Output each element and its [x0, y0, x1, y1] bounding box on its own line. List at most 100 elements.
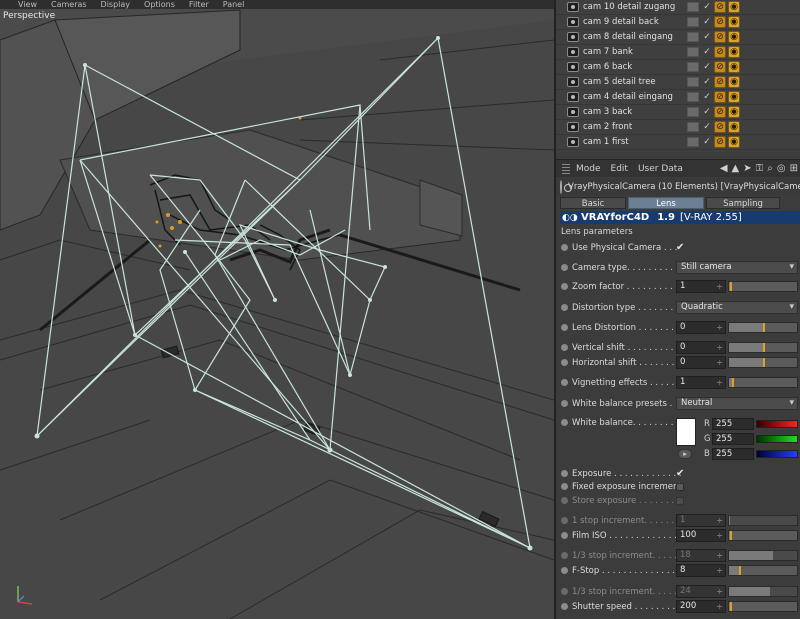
list-item[interactable]: cam 8 detail eingang ✓ ⊘ ◉ [556, 30, 800, 45]
list-item-name[interactable]: cam 1 first [583, 137, 683, 147]
list-item[interactable]: cam 5 detail tree ✓ ⊘ ◉ [556, 75, 800, 90]
render-tag-icon[interactable]: ⊘ [714, 16, 726, 28]
menu-mode[interactable]: Mode [576, 164, 601, 174]
vray-tag-icon[interactable]: ◉ [728, 16, 740, 28]
lens-distortion-input[interactable]: 0 [676, 321, 726, 334]
list-item-name[interactable]: cam 10 detail zugang [583, 2, 683, 12]
enabled-check-icon[interactable]: ✓ [702, 62, 712, 72]
add-icon[interactable]: ⊞ [790, 163, 798, 174]
exposure-checkbox[interactable]: ✔ [676, 468, 686, 479]
list-item[interactable]: cam 3 back ✓ ⊘ ◉ [556, 105, 800, 120]
menu-options[interactable]: Options [144, 0, 175, 9]
shutter-speed-input[interactable]: 200 [676, 600, 726, 613]
target-icon[interactable]: ◎ [777, 163, 786, 174]
render-tag-icon[interactable]: ⊘ [714, 136, 726, 148]
vray-tag-icon[interactable]: ◉ [728, 106, 740, 118]
zoom-factor-input[interactable]: 1 [676, 280, 726, 293]
vray-tag-icon[interactable]: ◉ [728, 76, 740, 88]
animate-dot-icon[interactable] [561, 264, 568, 271]
menu-display[interactable]: Display [101, 0, 131, 9]
film-iso-input[interactable]: 100 [676, 529, 726, 542]
slider-knob[interactable] [730, 531, 732, 540]
film-iso-slider[interactable] [728, 530, 798, 541]
list-item-name[interactable]: cam 5 detail tree [583, 77, 683, 87]
horizontal-shift-input[interactable]: 0 [676, 356, 726, 369]
slider-knob[interactable] [763, 343, 765, 352]
third-stop-increment-b-slider[interactable] [728, 586, 798, 597]
visibility-dots-icon[interactable] [687, 92, 699, 102]
third-stop-increment-a-slider[interactable] [728, 550, 798, 561]
visibility-dots-icon[interactable] [687, 137, 699, 147]
enabled-check-icon[interactable]: ✓ [702, 122, 712, 132]
enabled-check-icon[interactable]: ✓ [702, 2, 712, 12]
tab-lens-parameters[interactable]: Lens parameters [628, 197, 704, 221]
one-stop-increment-input[interactable]: 1 [676, 514, 726, 527]
visibility-dots-icon[interactable] [687, 47, 699, 57]
vertical-shift-slider[interactable] [728, 342, 798, 353]
lens-distortion-slider[interactable] [728, 322, 798, 333]
animate-dot-icon[interactable] [561, 517, 568, 524]
white-balance-b-input[interactable]: 255 [712, 447, 754, 460]
list-item[interactable]: cam 6 back ✓ ⊘ ◉ [556, 60, 800, 75]
visibility-dots-icon[interactable] [687, 32, 699, 42]
horizontal-shift-slider[interactable] [728, 357, 798, 368]
menu-cameras[interactable]: Cameras [51, 0, 87, 9]
vignetting-effects-input[interactable]: 1 [676, 376, 726, 389]
scene-canvas[interactable] [0, 0, 554, 619]
visibility-dots-icon[interactable] [687, 107, 699, 117]
enabled-check-icon[interactable]: ✓ [702, 47, 712, 57]
list-item[interactable]: cam 1 first ✓ ⊘ ◉ [556, 135, 800, 150]
list-item-name[interactable]: cam 8 detail eingang [583, 32, 683, 42]
vertical-shift-input[interactable]: 0 [676, 341, 726, 354]
vray-tag-icon[interactable]: ◉ [728, 121, 740, 133]
blue-slider[interactable] [756, 449, 798, 458]
list-item[interactable]: cam 4 detail eingang ✓ ⊘ ◉ [556, 90, 800, 105]
render-tag-icon[interactable]: ⊘ [714, 121, 726, 133]
menu-view[interactable]: View [18, 0, 37, 9]
vignetting-effects-slider[interactable] [728, 377, 798, 388]
white-balance-r-input[interactable]: 255 [712, 417, 754, 430]
list-item[interactable]: cam 7 bank ✓ ⊘ ◉ [556, 45, 800, 60]
camera-type-dropdown[interactable]: Still camera [676, 261, 798, 274]
enabled-check-icon[interactable]: ✓ [702, 137, 712, 147]
third-stop-increment-b-input[interactable]: 24 [676, 585, 726, 598]
render-tag-icon[interactable]: ⊘ [714, 91, 726, 103]
animate-dot-icon[interactable] [561, 419, 568, 426]
shutter-speed-slider[interactable] [728, 601, 798, 612]
animate-dot-icon[interactable] [561, 588, 568, 595]
render-tag-icon[interactable]: ⊘ [714, 31, 726, 43]
tab-sampling[interactable]: Sampling [706, 197, 780, 209]
cursor-up-icon[interactable]: ▲ [732, 163, 740, 174]
render-tag-icon[interactable]: ⊘ [714, 46, 726, 58]
red-slider[interactable] [756, 419, 798, 428]
lock-icon[interactable]: ⚿ [756, 163, 764, 174]
animate-dot-icon[interactable] [561, 483, 568, 490]
menu-edit[interactable]: Edit [611, 164, 628, 174]
fixed-exposure-increments-checkbox[interactable] [676, 482, 684, 491]
back-arrow-icon[interactable]: ◀ [720, 163, 728, 174]
render-tag-icon[interactable]: ⊘ [714, 76, 726, 88]
list-item[interactable]: cam 10 detail zugang ✓ ⊘ ◉ [556, 0, 800, 15]
enabled-check-icon[interactable]: ✓ [702, 32, 712, 42]
visibility-dots-icon[interactable] [687, 122, 699, 132]
animate-dot-icon[interactable] [561, 470, 568, 477]
enabled-check-icon[interactable]: ✓ [702, 107, 712, 117]
menu-filter[interactable]: Filter [189, 0, 209, 9]
animate-dot-icon[interactable] [561, 400, 568, 407]
distortion-type-dropdown[interactable]: Quadratic [676, 301, 798, 314]
list-item-name[interactable]: cam 7 bank [583, 47, 683, 57]
tab-basic[interactable]: Basic [560, 197, 626, 209]
slider-knob[interactable] [739, 566, 741, 575]
animate-dot-icon[interactable] [561, 497, 568, 504]
white-balance-g-input[interactable]: 255 [712, 432, 754, 445]
zoom-factor-slider[interactable] [728, 281, 798, 292]
slider-knob[interactable] [730, 282, 732, 291]
render-tag-icon[interactable]: ⊘ [714, 106, 726, 118]
slider-knob[interactable] [730, 602, 732, 611]
animate-dot-icon[interactable] [561, 283, 568, 290]
slider-knob[interactable] [763, 323, 765, 332]
list-item[interactable]: cam 9 detail back ✓ ⊘ ◉ [556, 15, 800, 30]
green-slider[interactable] [756, 434, 798, 443]
one-stop-increment-slider[interactable] [728, 515, 798, 526]
animate-dot-icon[interactable] [561, 359, 568, 366]
